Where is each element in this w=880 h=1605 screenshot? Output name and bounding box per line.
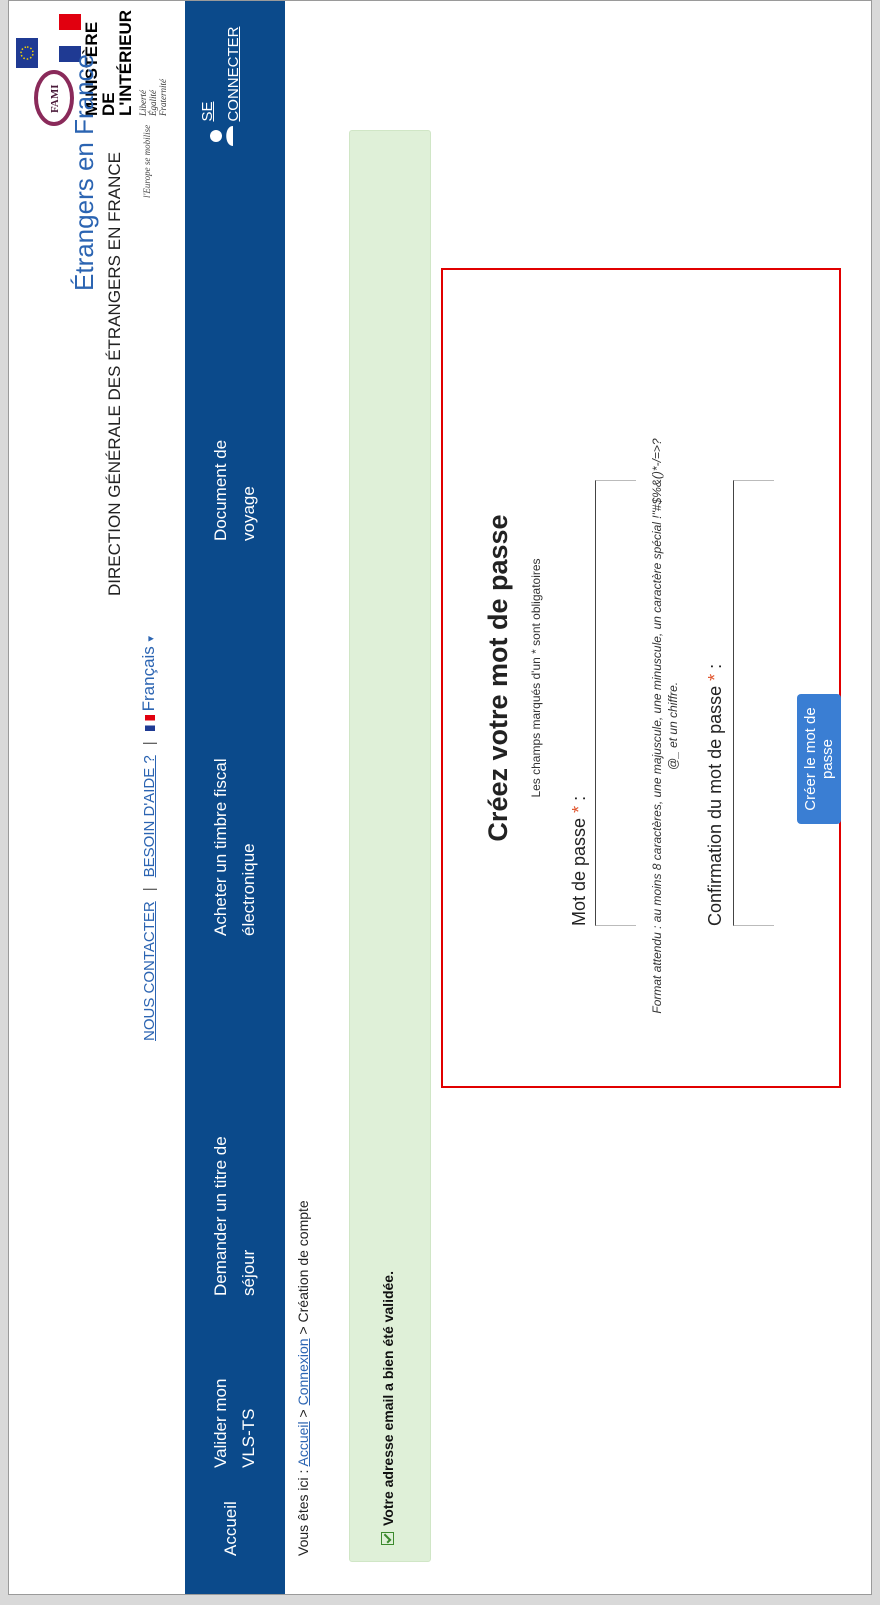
breadcrumb-prefix: Vous êtes ici : (295, 1469, 311, 1556)
separator: | (141, 741, 158, 746)
header: MINISTÈRE DE L'INTÉRIEUR Liberté Égalité… (9, 1, 179, 1594)
fami-tagline: l'Europe se mobilise (142, 124, 152, 198)
success-message: Votre adresse email a bien été validée. (380, 1271, 396, 1526)
fami-logo: FAMI l'Europe se mobilise (14, 38, 152, 198)
nav-item-document-voyage[interactable]: Document de voyage (207, 421, 263, 541)
confirm-password-input[interactable] (733, 480, 774, 926)
browser-frame: MINISTÈRE DE L'INTÉRIEUR Liberté Égalité… (8, 0, 872, 1595)
login-label: SE CONNECTER (199, 26, 242, 122)
page: MINISTÈRE DE L'INTÉRIEUR Liberté Égalité… (9, 1, 871, 1594)
fami-eu-logo-icon: FAMI (16, 38, 74, 126)
password-form: Créez votre mot de passe Les champs marq… (441, 268, 841, 1088)
checkbox-check-icon (381, 1532, 394, 1545)
password-input[interactable] (595, 480, 636, 926)
form-title: Créez votre mot de passe (483, 514, 513, 842)
top-links: NOUS CONTACTER | BESOIN D'AIDE ? | Français … (139, 636, 159, 1041)
breadcrumb-home-link[interactable]: Accueil (295, 1421, 311, 1466)
nav-item-titre-sejour[interactable]: Demander un titre de séjour (207, 1126, 263, 1296)
breadcrumb-separator: > (295, 1409, 311, 1418)
fami-name-text: FAMI (49, 84, 61, 113)
motto-liberte: Liberté (138, 90, 148, 116)
create-password-button[interactable]: Créer le mot de passe (797, 694, 841, 824)
success-alert: Votre adresse email a bien été validée. (349, 130, 431, 1562)
chevron-down-icon: ▾ (145, 635, 157, 642)
nav-item-vls-ts[interactable]: Valider mon VLS-TS (207, 1358, 263, 1468)
language-selector[interactable]: Français ▾ (139, 635, 158, 732)
motto-fraternite: Fraternité (158, 79, 168, 116)
nav-item-timbre-fiscal[interactable]: Acheter un timbre fiscal électronique (207, 726, 263, 936)
breadcrumb-separator: > (295, 1326, 311, 1335)
separator: | (141, 887, 158, 892)
breadcrumb-current: Création de compte (295, 1200, 311, 1323)
help-link[interactable]: BESOIN D'AIDE ? (141, 755, 158, 877)
breadcrumb-login-link[interactable]: Connexion (295, 1338, 311, 1405)
breadcrumb: Vous êtes ici : Accueil > Connexion > Cr… (295, 1200, 311, 1556)
french-flag-icon (144, 715, 155, 732)
contact-link[interactable]: NOUS CONTACTER (141, 901, 158, 1041)
user-icon (210, 126, 233, 146)
motto: Liberté Égalité Fraternité (138, 11, 168, 116)
site-subtitle: DIRECTION GÉNÉRALE DES ÉTRANGERS EN FRAN… (105, 152, 124, 596)
required-note: Les champs marqués d'un * sont obligatoi… (529, 558, 543, 798)
password-hint: Format attendu : au moins 8 caractères, … (650, 438, 680, 1014)
nav-item-accueil[interactable]: Accueil (217, 1501, 245, 1556)
confirm-password-label: Confirmation du mot de passe * : (705, 663, 725, 926)
motto-egalite: Égalité (148, 90, 158, 116)
password-label: Mot de passe * : (569, 795, 589, 926)
main-nav: Accueil Valider mon VLS-TS Demander un t… (185, 1, 285, 1594)
login-link[interactable]: SE CONNECTER (195, 26, 247, 146)
language-label: Français (139, 646, 158, 712)
